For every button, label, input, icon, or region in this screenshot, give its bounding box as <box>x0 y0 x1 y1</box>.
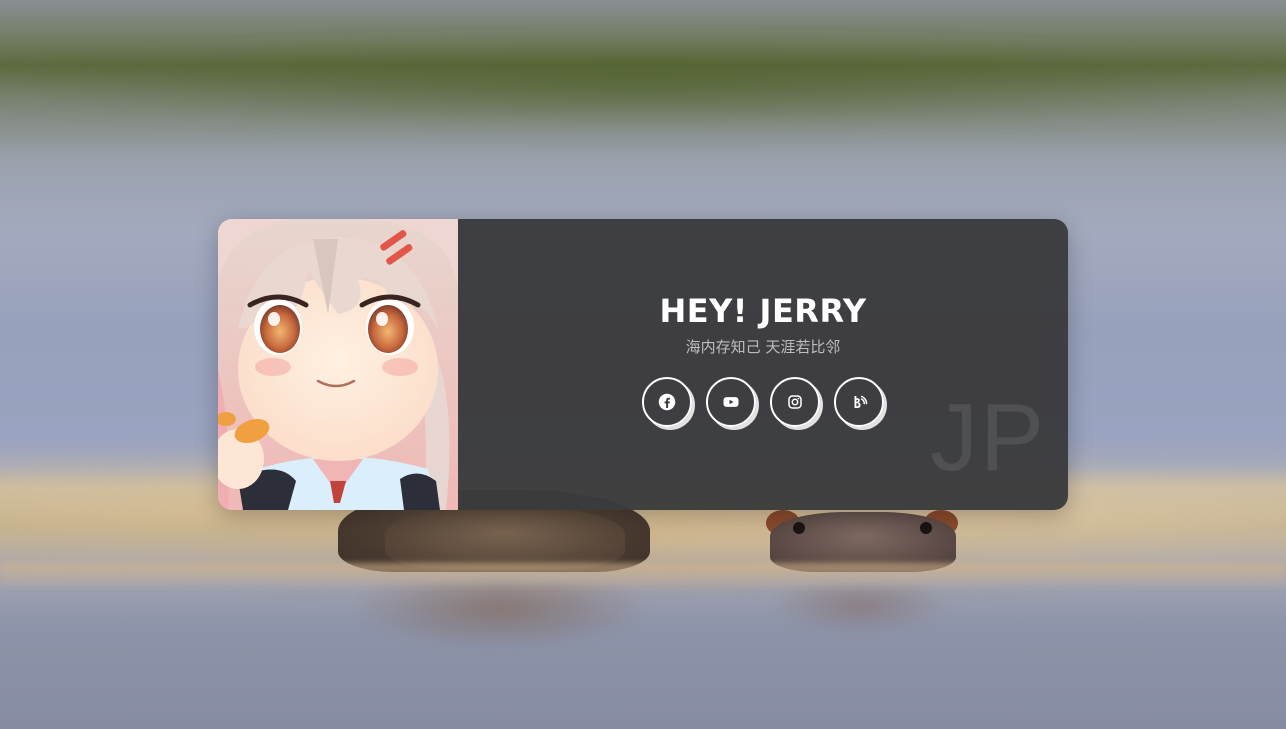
page-title: HEY! JERRY <box>659 292 867 330</box>
hippo-reflection <box>350 580 650 650</box>
hippo-small-eye-right <box>920 522 932 534</box>
hippo-reflection-small <box>770 585 950 635</box>
anime-avatar-illustration <box>218 219 458 510</box>
bilibili-button[interactable] <box>834 377 884 427</box>
hippo-large-snout <box>385 506 625 570</box>
tagline: 海内存知己 天涯若比邻 <box>685 338 841 356</box>
social-links <box>642 377 884 427</box>
instagram-button[interactable] <box>770 377 820 427</box>
youtube-button[interactable] <box>706 377 756 427</box>
instagram-icon <box>788 395 802 409</box>
avatar <box>218 219 458 510</box>
facebook-button[interactable] <box>642 377 692 427</box>
facebook-icon <box>658 393 676 411</box>
profile-info: HEY! JERRY 海内存知己 天涯若比邻 <box>458 289 1068 427</box>
profile-info-panel: JP HEY! JERRY 海内存知己 天涯若比邻 <box>458 219 1068 510</box>
blurred-shoreline <box>0 40 1286 130</box>
youtube-icon <box>723 397 739 407</box>
waterline <box>0 563 1286 585</box>
profile-card: JP HEY! JERRY 海内存知己 天涯若比邻 <box>218 219 1068 510</box>
hippo-small-eye-left <box>793 522 805 534</box>
bilibili-icon <box>854 395 868 408</box>
